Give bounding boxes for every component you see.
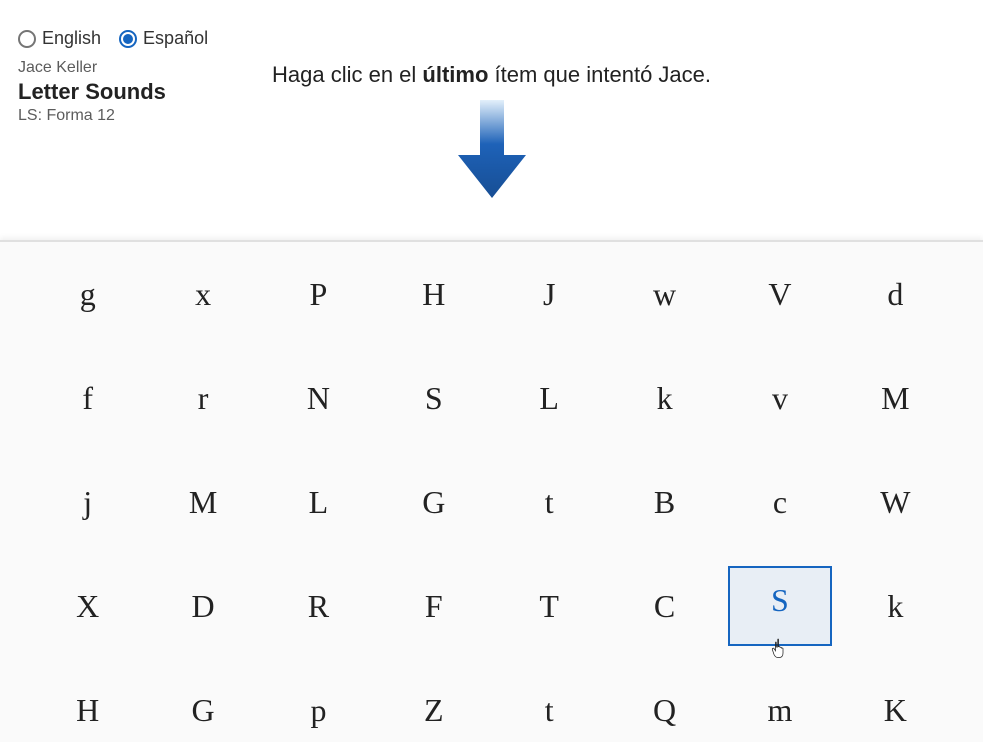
letter-text: R [308, 588, 329, 625]
radio-label-espanol: Español [143, 28, 208, 49]
letter-cell[interactable]: d [838, 242, 953, 346]
letter-cell[interactable]: K [838, 658, 953, 742]
letter-grid-container: g x P H Jw Vd f r N S Lk v Mj M L Gt Bc W X D R F T C Sk H Gp Zt Qm K [0, 240, 983, 742]
letter-text: j [83, 484, 92, 521]
letter-cell[interactable]: Z [376, 658, 491, 742]
radio-icon [18, 30, 36, 48]
letter-text: W [880, 484, 910, 521]
down-arrow-icon [452, 100, 532, 205]
letter-text: C [654, 588, 675, 625]
letter-text: k [887, 588, 903, 625]
letter-cell[interactable]: Q [607, 658, 722, 742]
letter-text: T [539, 588, 559, 625]
letter-cell[interactable]: v [722, 346, 837, 450]
letter-text: c [773, 484, 787, 521]
cursor-hand-icon [771, 630, 789, 652]
letter-text: J [543, 276, 555, 313]
letter-text: r [198, 380, 209, 417]
letter-text: G [192, 692, 215, 729]
letter-cell[interactable]: D [145, 554, 260, 658]
letter-cell[interactable]: t [492, 658, 607, 742]
letter-text: N [307, 380, 330, 417]
language-selector: English Español [18, 28, 965, 49]
letter-cell[interactable]: f [30, 346, 145, 450]
letter-cell[interactable]: w [607, 242, 722, 346]
letter-text: Q [653, 692, 676, 729]
letter-cell[interactable]: g [30, 242, 145, 346]
letter-text: D [192, 588, 215, 625]
letter-text: L [539, 380, 559, 417]
letter-cell[interactable]: L [492, 346, 607, 450]
letter-text: g [80, 276, 96, 313]
letter-grid: g x P H Jw Vd f r N S Lk v Mj M L Gt Bc W X D R F T C Sk H Gp Zt Qm K [0, 242, 983, 742]
letter-text: d [887, 276, 903, 313]
letter-text: t [545, 692, 554, 729]
letter-cell[interactable]: k [607, 346, 722, 450]
letter-cell[interactable]: R [261, 554, 376, 658]
letter-cell[interactable]: M [838, 346, 953, 450]
letter-cell[interactable]: W [838, 450, 953, 554]
letter-cell[interactable]: c [722, 450, 837, 554]
letter-cell[interactable]: T [492, 554, 607, 658]
letter-text: M [189, 484, 217, 521]
instruction-prefix: Haga clic en el [272, 62, 422, 87]
radio-label-english: English [42, 28, 101, 49]
letter-text: S [425, 380, 443, 417]
instruction-suffix: ítem que intentó Jace. [488, 62, 711, 87]
radio-english[interactable]: English [18, 28, 101, 49]
letter-cell[interactable]: t [492, 450, 607, 554]
letter-cell[interactable]: H [30, 658, 145, 742]
letter-text: H [76, 692, 99, 729]
letter-cell[interactable]: p [261, 658, 376, 742]
letter-text: w [653, 276, 676, 313]
letter-text: G [422, 484, 445, 521]
letter-cell[interactable]: k [838, 554, 953, 658]
letter-text: X [76, 588, 99, 625]
letter-cell[interactable]: P [261, 242, 376, 346]
radio-icon [119, 30, 137, 48]
letter-text: t [545, 484, 554, 521]
letter-text: p [310, 692, 326, 729]
letter-cell[interactable]: M [145, 450, 260, 554]
letter-text: V [768, 276, 791, 313]
header-panel: English Español Jace Keller Letter Sound… [0, 0, 983, 137]
letter-cell[interactable]: j [30, 450, 145, 554]
letter-text: M [881, 380, 909, 417]
letter-cell[interactable]: B [607, 450, 722, 554]
letter-text: Z [424, 692, 444, 729]
letter-cell[interactable]: r [145, 346, 260, 450]
letter-cell[interactable]: S [722, 554, 837, 658]
letter-cell[interactable]: G [376, 450, 491, 554]
letter-text: x [195, 276, 211, 313]
letter-cell[interactable]: S [376, 346, 491, 450]
letter-cell[interactable]: m [722, 658, 837, 742]
instruction-bold: último [422, 62, 488, 87]
letter-text: P [310, 276, 328, 313]
letter-text: k [657, 380, 673, 417]
letter-text: m [767, 692, 792, 729]
letter-text: B [654, 484, 675, 521]
letter-cell[interactable]: L [261, 450, 376, 554]
letter-cell[interactable]: X [30, 554, 145, 658]
instruction-text: Haga clic en el último ítem que intentó … [0, 62, 983, 88]
letter-text: H [422, 276, 445, 313]
letter-text: v [772, 380, 788, 417]
letter-cell[interactable]: C [607, 554, 722, 658]
letter-cell[interactable]: V [722, 242, 837, 346]
letter-text: f [82, 380, 93, 417]
letter-cell[interactable]: x [145, 242, 260, 346]
letter-cell[interactable]: G [145, 658, 260, 742]
letter-text: F [425, 588, 443, 625]
letter-cell[interactable]: H [376, 242, 491, 346]
letter-cell[interactable]: F [376, 554, 491, 658]
letter-cell[interactable]: J [492, 242, 607, 346]
letter-cell[interactable]: N [261, 346, 376, 450]
radio-espanol[interactable]: Español [119, 28, 208, 49]
letter-text: K [884, 692, 907, 729]
letter-text: L [309, 484, 329, 521]
